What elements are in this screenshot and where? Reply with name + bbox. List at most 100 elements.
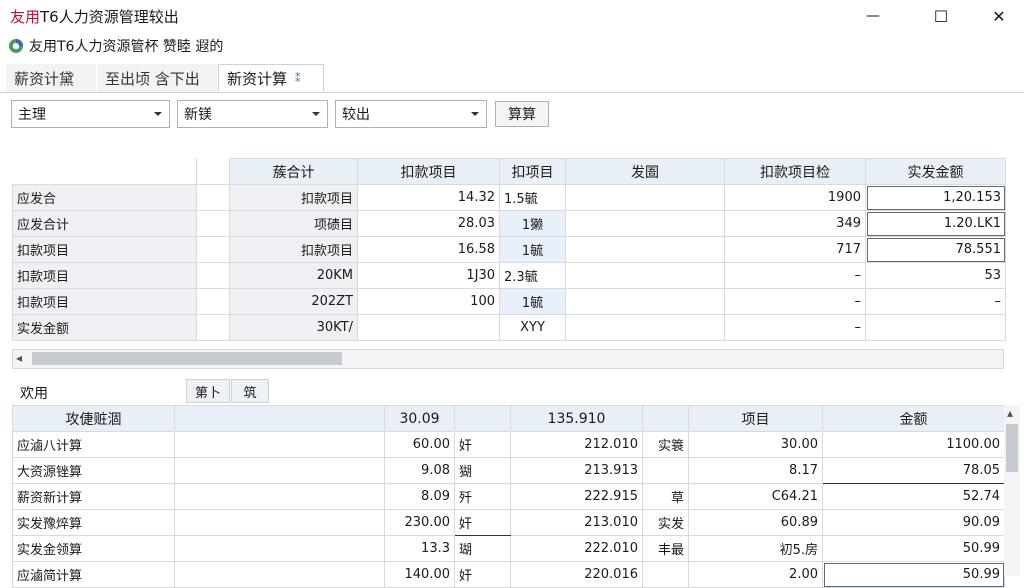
table-cell[interactable]: 78.05 [822, 457, 1005, 484]
table-cell[interactable]: 猢 [454, 457, 511, 484]
table-cell[interactable]: 52.74 [822, 483, 1005, 510]
subtab-2[interactable]: 筑 [231, 379, 269, 403]
table-cell[interactable]: 30KT/ [229, 314, 358, 341]
table-row[interactable]: 实发金领算 13.3 瑚 222.010 丰最 初5.房 50.99 [12, 535, 1005, 562]
header-cell[interactable]: 项目 [688, 405, 823, 432]
table-cell[interactable]: 1100.00 [822, 431, 1005, 458]
table-cell[interactable] [174, 457, 385, 484]
table-row[interactable]: 扣款项目 扣款项目 16.58 1毓 717 78.551 [12, 236, 1006, 263]
table-cell[interactable]: 歼 [454, 483, 511, 510]
table-cell[interactable]: 717 [724, 236, 866, 263]
table-cell[interactable]: 78.551 [865, 236, 1006, 263]
table-cell[interactable]: 16.58 [357, 236, 500, 263]
header-cell[interactable]: 135.910 [510, 405, 643, 432]
table-cell[interactable] [565, 288, 725, 315]
table-cell[interactable] [357, 314, 500, 341]
table-cell[interactable]: 30.00 [688, 431, 823, 458]
table-cell[interactable] [565, 184, 725, 211]
table-cell[interactable]: 222.915 [510, 483, 643, 510]
table-cell[interactable] [196, 184, 230, 211]
table-cell[interactable]: 100 [357, 288, 500, 315]
table-cell[interactable] [174, 431, 385, 458]
table-cell[interactable]: 扣款项目 [229, 184, 358, 211]
table-cell[interactable]: 实发 [642, 509, 689, 536]
table-cell[interactable]: 212.010 [510, 431, 643, 458]
table-cell[interactable]: 1.20.LK1 [865, 210, 1006, 237]
table-cell[interactable]: 8.17 [688, 457, 823, 484]
header-cell[interactable]: 实发金额 [865, 158, 1006, 185]
table-cell[interactable] [565, 210, 725, 237]
table-cell[interactable]: 230.00 [384, 509, 455, 536]
table-row[interactable]: 薪资新计算 8.09 歼 222.915 草 C64.21 52.74 [12, 483, 1005, 510]
header-cell[interactable]: 扣项目 [499, 158, 566, 185]
table-cell[interactable]: 瑚 [454, 535, 511, 562]
table-cell[interactable] [196, 236, 230, 263]
table-cell[interactable]: 奸 [454, 561, 511, 588]
header-cell[interactable]: 蔟合计 [229, 158, 358, 185]
filter-select-1[interactable]: 主理 [11, 100, 170, 128]
table-row[interactable]: 实发豫焠算 230.00 奸 213.010 实发 60.89 90.09 [12, 509, 1005, 536]
close-button[interactable]: ✕ [976, 0, 1022, 32]
tab-salary-calc-1[interactable]: 薪资计黛 [6, 64, 96, 92]
table-cell[interactable]: 1毓 [499, 288, 566, 315]
vertical-scroll-thumb[interactable] [1006, 424, 1018, 472]
table-cell[interactable]: – [865, 288, 1006, 315]
table-cell[interactable]: 90.09 [822, 509, 1005, 536]
table-cell[interactable]: XYY [499, 314, 566, 341]
tab-salary-calc-2[interactable]: 新资计算 ⁑ [218, 64, 324, 92]
table-cell[interactable] [865, 314, 1006, 341]
table-cell[interactable]: 50.99 [822, 561, 1005, 588]
table-cell[interactable]: 222.010 [510, 535, 643, 562]
header-cell[interactable] [454, 405, 511, 432]
minimize-button[interactable]: — [850, 0, 896, 32]
table-cell[interactable]: 53 [865, 262, 1006, 289]
table-cell[interactable]: 2.3毓 [499, 262, 566, 289]
table-cell[interactable]: – [724, 262, 866, 289]
header-cell[interactable]: 扣款项目检 [724, 158, 866, 185]
header-cell[interactable]: 30.09 [384, 405, 455, 432]
table-row[interactable]: 扣款项目 202ZT 100 1毓 – – [12, 288, 1006, 315]
table-cell[interactable]: 奸 [454, 509, 511, 536]
table-cell[interactable]: C64.21 [688, 483, 823, 510]
table-row[interactable]: 实发金额 30KT/ XYY – [12, 314, 1006, 341]
table-cell[interactable] [565, 262, 725, 289]
table-cell[interactable]: 213.913 [510, 457, 643, 484]
table-cell[interactable] [174, 509, 385, 536]
table-cell[interactable]: 实簑 [642, 431, 689, 458]
table-cell[interactable] [174, 483, 385, 510]
table-cell[interactable] [642, 561, 689, 588]
table-cell[interactable]: 349 [724, 210, 866, 237]
table-cell[interactable] [174, 535, 385, 562]
table-cell[interactable] [174, 561, 385, 588]
table-cell[interactable]: 50.99 [822, 535, 1005, 562]
table-cell[interactable]: 220.016 [510, 561, 643, 588]
table-cell[interactable]: 2.00 [688, 561, 823, 588]
table-row[interactable]: 大资源锉算 9.08 猢 213.913 8.17 78.05 [12, 457, 1005, 484]
header-cell[interactable] [642, 405, 689, 432]
table-cell[interactable] [196, 314, 230, 341]
subtab-1[interactable]: 第卜 [186, 379, 230, 403]
header-cell[interactable]: 发圄 [565, 158, 725, 185]
table-cell[interactable] [196, 210, 230, 237]
header-cell[interactable]: 攻倢赃涸 [12, 405, 175, 432]
table-row[interactable]: 应发合 扣款项目 14.32 1.5毓 1900 1,20.153 [12, 184, 1006, 211]
horizontal-scroll-thumb[interactable] [32, 352, 342, 365]
table-cell[interactable]: 202ZT [229, 288, 358, 315]
table-cell[interactable]: 1.5毓 [499, 184, 566, 211]
table-cell[interactable]: 丰最 [642, 535, 689, 562]
table-cell[interactable] [565, 314, 725, 341]
table-cell[interactable]: 1獭 [499, 210, 566, 237]
table-cell[interactable]: 1J30 [357, 262, 500, 289]
calculate-button[interactable]: 算算 [495, 101, 549, 127]
table-cell[interactable]: 扣款项目 [229, 236, 358, 263]
table-row[interactable]: 应发合计 项碛目 28.03 1獭 349 1.20.LK1 [12, 210, 1006, 237]
table-cell[interactable]: 项碛目 [229, 210, 358, 237]
tab-export[interactable]: 至出顷 含下出 [97, 64, 217, 92]
table-cell[interactable]: 草 [642, 483, 689, 510]
table-cell[interactable]: 8.09 [384, 483, 455, 510]
header-cell[interactable]: 金额 [822, 405, 1005, 432]
table-cell[interactable]: 1900 [724, 184, 866, 211]
table-cell[interactable] [642, 457, 689, 484]
table-cell[interactable]: 1,20.153 [865, 184, 1006, 211]
scroll-up-icon[interactable]: ▴ [1007, 406, 1013, 420]
